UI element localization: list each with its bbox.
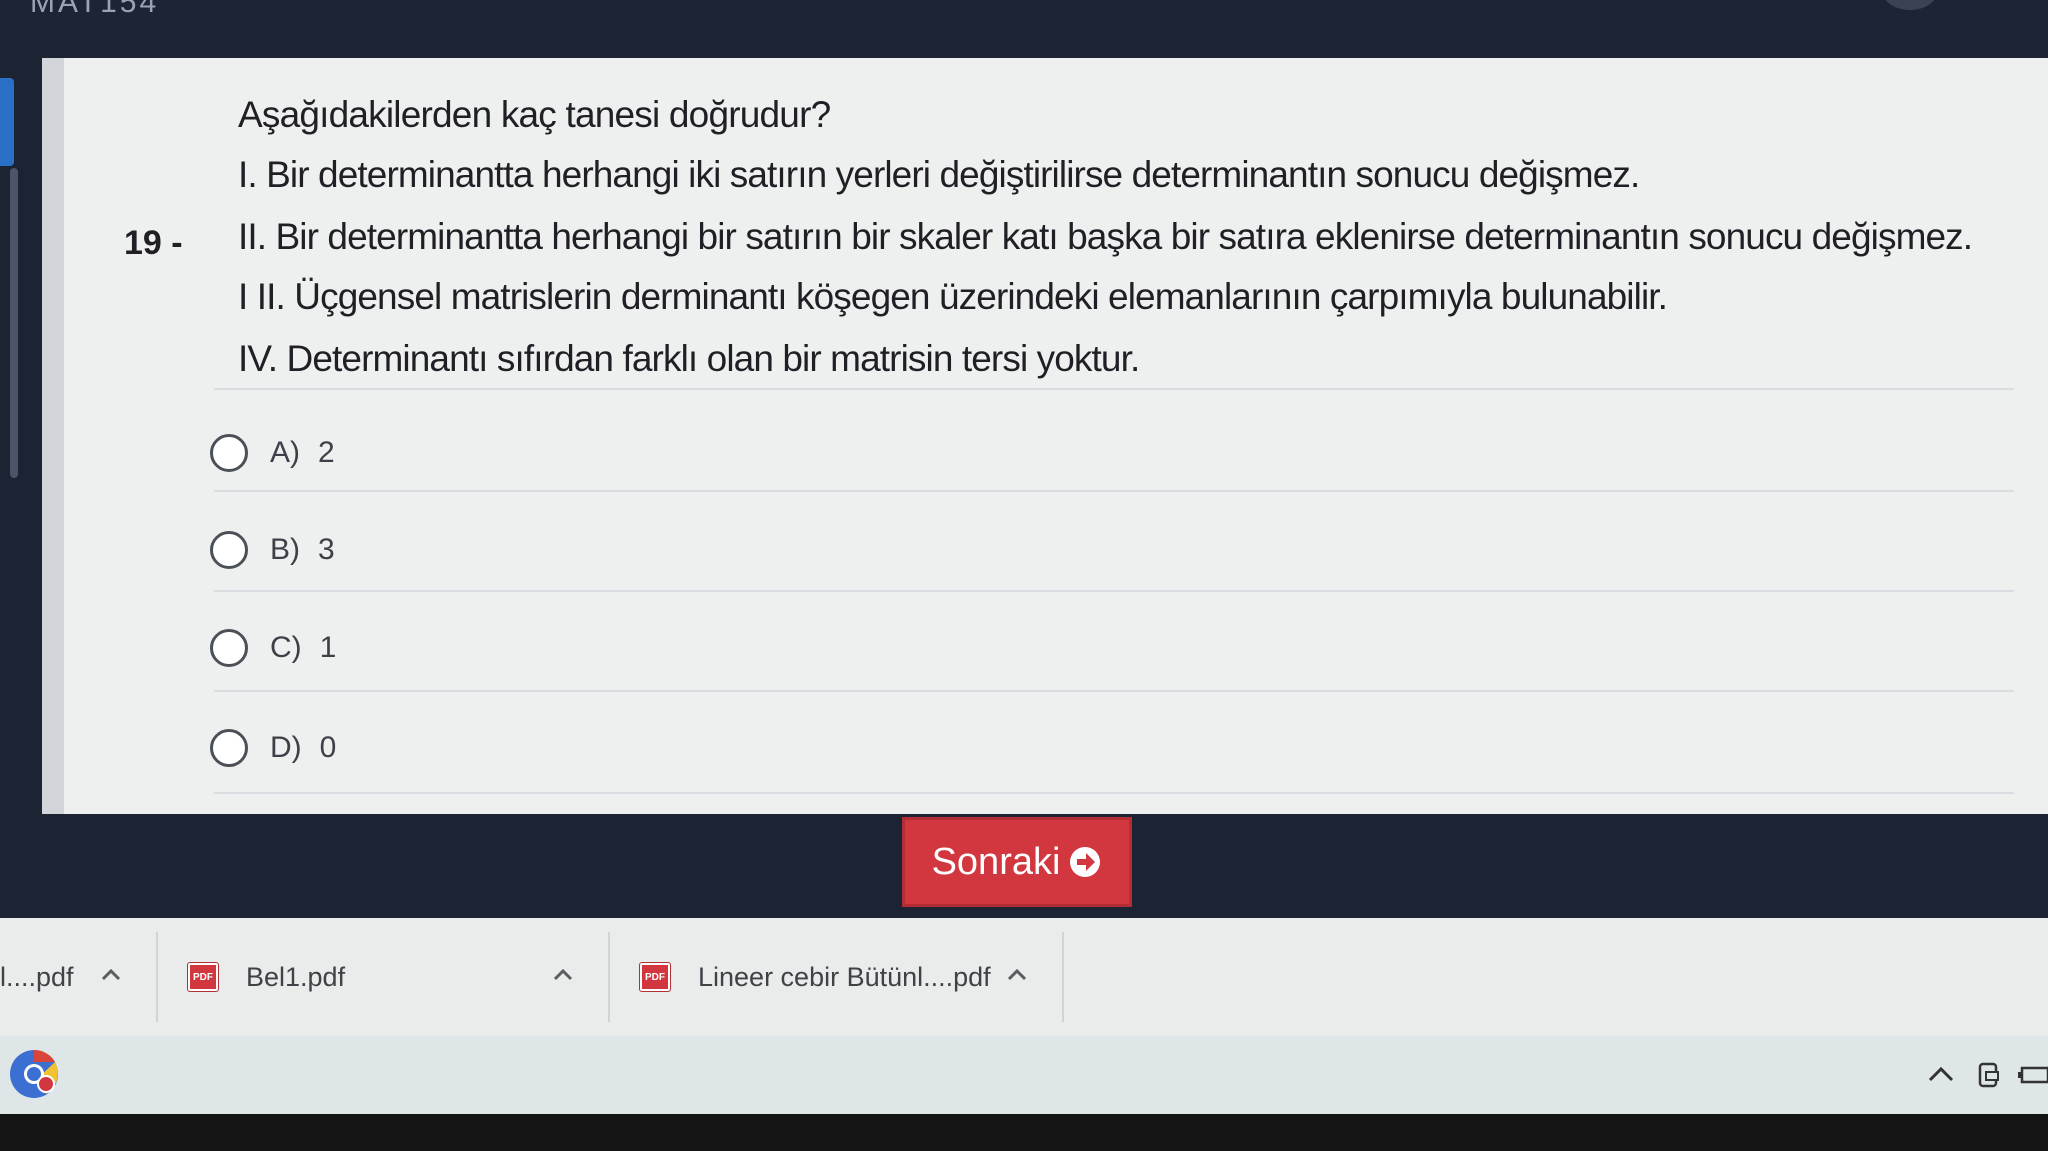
download-filename: l....pdf — [0, 961, 74, 992]
battery-icon[interactable] — [2016, 1058, 2048, 1092]
divider — [1062, 932, 1064, 1022]
option-value: 0 — [319, 731, 337, 764]
chevron-up-icon[interactable] — [1924, 1058, 1958, 1092]
arrow-right-icon — [1068, 845, 1102, 879]
top-header: MAT154 — [0, 0, 2048, 52]
chevron-up-icon[interactable] — [550, 962, 576, 988]
chevron-up-icon[interactable] — [98, 962, 124, 988]
option-value: 1 — [319, 631, 337, 664]
divider — [214, 792, 2014, 794]
option-letter: C) — [270, 631, 302, 664]
option-letter: D) — [270, 731, 302, 764]
tablet-icon[interactable] — [1972, 1058, 2006, 1092]
chrome-icon[interactable] — [8, 1048, 60, 1100]
statement-4: IV. Determinantı sıfırdan farklı olan bi… — [238, 338, 1140, 379]
download-item[interactable]: PDF Bel1.pdf — [188, 918, 345, 1036]
sidebar-active-indicator — [0, 78, 14, 166]
screen-bezel — [0, 1114, 2048, 1151]
option-letter: B) — [270, 533, 300, 566]
divider — [608, 932, 610, 1022]
statement-3: I II. Üçgensel matrislerin derminantı kö… — [238, 276, 1668, 317]
download-filename: Lineer cebir Bütünl....pdf — [698, 961, 991, 992]
statement-2: II. Bir determinantta herhangi bir satır… — [238, 216, 1973, 257]
option-value: 2 — [318, 436, 335, 469]
question-number: 19 - — [124, 224, 183, 262]
question-prompt: Aşağıdakilerden kaç tanesi doğrudur? — [238, 94, 831, 135]
downloads-bar: l....pdf PDF Bel1.pdf PDF Lineer cebir B… — [0, 918, 2048, 1036]
option-a[interactable]: A) 2 — [210, 423, 810, 483]
radio-button[interactable] — [210, 629, 248, 667]
scrollbar[interactable] — [10, 168, 18, 478]
option-value: 3 — [318, 533, 335, 566]
radio-button[interactable] — [210, 531, 248, 569]
next-button[interactable]: Sonraki — [902, 817, 1132, 907]
download-filename: Bel1.pdf — [246, 961, 346, 992]
pdf-file-icon: PDF — [640, 963, 670, 991]
radio-button[interactable] — [210, 729, 248, 767]
question-card: 19 - Aşağıdakilerden kaç tanesi doğrudur… — [42, 58, 2048, 814]
divider — [214, 388, 2014, 390]
divider — [214, 490, 2014, 492]
divider — [156, 932, 158, 1022]
pdf-file-icon: PDF — [188, 963, 218, 991]
download-item[interactable]: l....pdf — [0, 918, 74, 1036]
divider — [214, 690, 2014, 692]
download-item[interactable]: PDF Lineer cebir Bütünl....pdf — [640, 918, 991, 1036]
radio-button[interactable] — [210, 434, 248, 472]
chevron-up-icon[interactable] — [1004, 962, 1030, 988]
statement-1: I. Bir determinantta herhangi iki satırı… — [238, 154, 1640, 195]
next-button-label: Sonraki — [931, 840, 1061, 883]
option-b[interactable]: B) 3 — [210, 520, 810, 580]
divider — [214, 590, 2014, 592]
course-code: MAT154 — [30, 0, 160, 19]
taskbar — [0, 1036, 2048, 1114]
option-c[interactable]: C) 1 — [210, 618, 810, 678]
option-d[interactable]: D) 0 — [210, 718, 810, 778]
user-avatar[interactable] — [1882, 0, 1938, 10]
option-letter: A) — [270, 436, 300, 469]
